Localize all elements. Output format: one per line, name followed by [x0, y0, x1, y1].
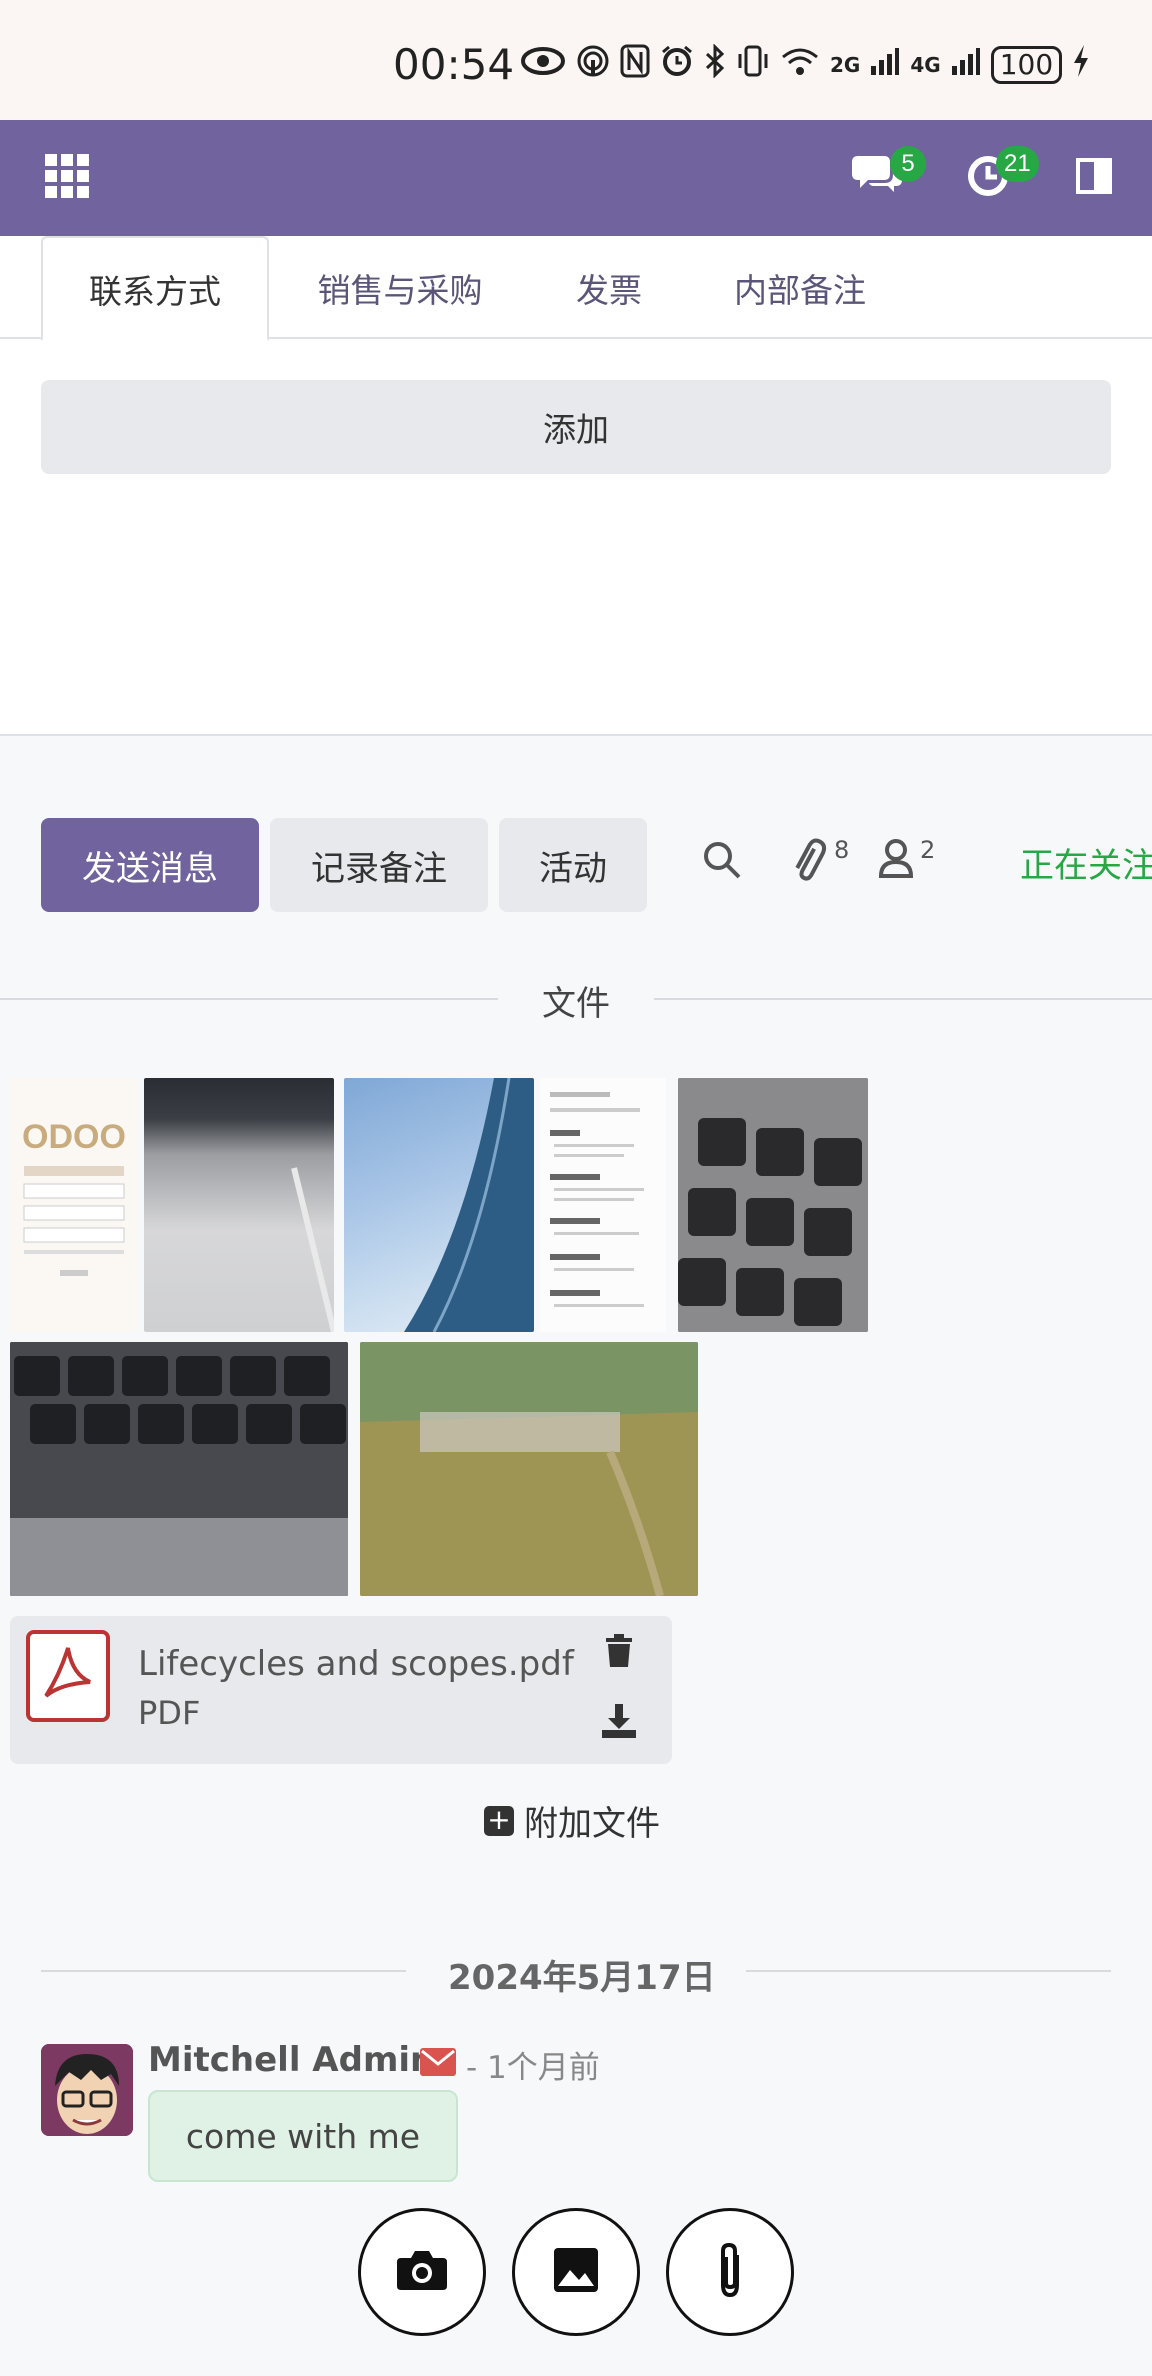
- eye-icon: [520, 46, 566, 84]
- svg-text:ODOO: ODOO: [22, 1118, 126, 1156]
- attachment-thumbnail-keyboard-keys[interactable]: [678, 1078, 868, 1332]
- activity-button[interactable]: 活动: [499, 818, 647, 912]
- attachment-thumbnail-sky-building[interactable]: [344, 1078, 534, 1332]
- envelope-icon: [420, 2048, 456, 2080]
- attachment-thumbnail-park-lawn[interactable]: [360, 1342, 698, 1596]
- status-time: 00:54: [393, 40, 515, 89]
- files-divider-right: [654, 998, 1152, 1000]
- search-icon[interactable]: [702, 840, 742, 886]
- attachments-button[interactable]: 8: [788, 836, 849, 890]
- message-time: - 1个月前: [466, 2050, 600, 2086]
- paperclip-icon: [713, 2241, 747, 2303]
- followers-count: 2: [920, 836, 936, 864]
- hotspot-icon: [576, 44, 610, 86]
- sidebar-toggle-icon[interactable]: [1076, 158, 1112, 198]
- camera-icon: [395, 2248, 449, 2296]
- attachment-filetype: PDF: [138, 1694, 201, 1732]
- nfc-icon: [620, 44, 650, 86]
- attachment-thumbnail-todo-notes[interactable]: [540, 1078, 666, 1332]
- add-contact-button[interactable]: 添加: [41, 380, 1111, 474]
- messages-badge: 5: [890, 146, 926, 182]
- files-section-title: 文件: [542, 984, 610, 1024]
- bluetooth-icon: [704, 43, 726, 86]
- image-button[interactable]: [512, 2208, 640, 2336]
- wifi-icon: [780, 45, 820, 85]
- attachment-filename: Lifecycles and scopes.pdf: [138, 1644, 574, 1684]
- signal-2g-label: 2G: [830, 53, 861, 77]
- send-message-button[interactable]: 发送消息: [41, 818, 259, 912]
- tab-invoicing[interactable]: 发票: [550, 236, 668, 339]
- alarm-icon: [660, 44, 694, 86]
- avatar[interactable]: [41, 2044, 133, 2136]
- message-date-label: 2024年5月17日: [448, 1958, 716, 1998]
- activities-badge: 21: [996, 146, 1039, 182]
- date-divider-right: [746, 1970, 1111, 1972]
- signal-4g-label: 4G: [910, 53, 941, 77]
- attachment-thumbnail-laptop-keyboard[interactable]: [10, 1342, 348, 1596]
- status-bar: 00:54 2G 4G 100: [0, 0, 1152, 120]
- attachments-count: 8: [834, 836, 850, 864]
- pdf-icon: [26, 1630, 110, 1722]
- signal-bars-icon: [951, 46, 981, 84]
- tab-bar: 联系方式 销售与采购 发票 内部备注: [0, 236, 1152, 341]
- message-author[interactable]: Mitchell Admin: [148, 2040, 434, 2080]
- attachment-thumbnail-login-screen[interactable]: ODOO: [10, 1078, 138, 1332]
- battery-level: 100: [990, 46, 1063, 84]
- tab-contacts[interactable]: 联系方式: [41, 236, 269, 341]
- trash-icon[interactable]: [604, 1634, 634, 1672]
- tab-sales-purchase[interactable]: 销售与采购: [290, 236, 510, 339]
- signal-bars-icon: [870, 46, 900, 84]
- date-divider-left: [41, 1970, 406, 1972]
- followers-button[interactable]: 2: [878, 836, 935, 886]
- log-note-button[interactable]: 记录备注: [270, 818, 488, 912]
- attach-files-button[interactable]: + 附加文件: [484, 1796, 660, 1845]
- tab-internal-notes[interactable]: 内部备注: [710, 236, 890, 339]
- attachment-thumbnail-keyboard-desk[interactable]: [144, 1078, 334, 1332]
- camera-button[interactable]: [358, 2208, 486, 2336]
- attach-button[interactable]: [666, 2208, 794, 2336]
- image-icon: [552, 2246, 600, 2298]
- attachment-card-pdf[interactable]: Lifecycles and scopes.pdf PDF: [10, 1616, 672, 1764]
- charging-icon: [1072, 44, 1090, 86]
- status-icons: 2G 4G 100: [520, 43, 1090, 86]
- following-button[interactable]: 正在关注: [1020, 838, 1152, 887]
- files-divider-left: [0, 998, 498, 1000]
- attach-files-label: 附加文件: [524, 1804, 660, 1844]
- user-icon: [878, 836, 914, 886]
- paperclip-icon: [788, 836, 828, 890]
- plus-square-icon: +: [484, 1805, 514, 1836]
- form-notebook: 联系方式 销售与采购 发票 内部备注 添加: [0, 236, 1152, 736]
- apps-menu-icon[interactable]: [45, 154, 89, 198]
- download-icon[interactable]: [602, 1704, 636, 1742]
- message-bubble: come with me: [148, 2090, 458, 2182]
- vibrate-icon: [736, 44, 770, 86]
